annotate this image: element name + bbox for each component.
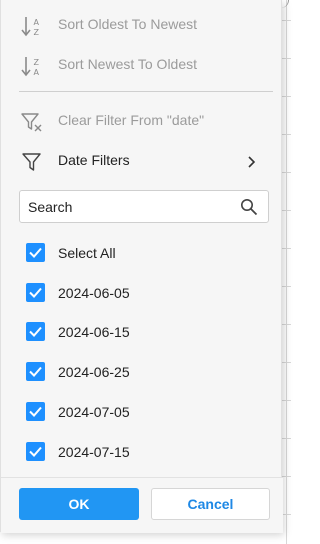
clear-filter-item[interactable]: Clear Filter From "date" — [1, 103, 283, 137]
clear-filter-label: Clear Filter From "date" — [58, 112, 205, 128]
svg-text:Z: Z — [34, 58, 40, 67]
option-label: Select All — [58, 245, 116, 261]
date-filters-item[interactable]: Date Filters — [1, 143, 283, 177]
option-date[interactable]: 2024-07-05 — [1, 395, 283, 429]
search-box — [19, 190, 269, 223]
option-date[interactable]: 2024-06-15 — [1, 315, 283, 349]
search-icon[interactable] — [240, 198, 258, 216]
sort-descending-item[interactable]: Z A Sort Newest To Oldest — [1, 47, 283, 81]
search-input[interactable] — [28, 198, 228, 216]
sort-ascending-label: Sort Oldest To Newest — [58, 16, 198, 32]
checkbox-checked[interactable] — [26, 442, 45, 461]
option-label: 2024-06-05 — [58, 285, 130, 301]
svg-text:Z: Z — [34, 28, 40, 37]
option-date[interactable]: 2024-07-15 — [1, 435, 283, 469]
checkbox-checked[interactable] — [26, 402, 45, 421]
date-filters-label: Date Filters — [58, 152, 130, 168]
option-label: 2024-06-15 — [58, 324, 130, 340]
filter-menu: A Z Sort Oldest To Newest Z A Sort Newes… — [0, 0, 283, 533]
option-date[interactable]: 2024-06-05 — [1, 276, 283, 310]
sort-descending-icon: Z A — [20, 55, 44, 79]
checkbox-checked[interactable] — [26, 362, 45, 381]
svg-text:A: A — [34, 68, 40, 77]
checkbox-checked[interactable] — [26, 322, 45, 341]
filter-icon — [20, 151, 44, 175]
sort-descending-label: Sort Newest To Oldest — [58, 56, 198, 72]
checkbox-checked[interactable] — [26, 283, 45, 302]
option-label: 2024-06-25 — [58, 364, 130, 380]
checkbox-checked[interactable] — [26, 243, 45, 262]
option-date[interactable]: 2024-06-25 — [1, 355, 283, 389]
svg-text:A: A — [34, 18, 40, 27]
cancel-button[interactable]: Cancel — [151, 488, 270, 520]
menu-footer: OK Cancel — [1, 477, 283, 533]
option-select-all[interactable]: Select All — [1, 236, 283, 270]
sort-ascending-icon: A Z — [20, 15, 44, 39]
menu-divider — [19, 91, 273, 92]
ok-button[interactable]: OK — [19, 488, 139, 520]
option-label: 2024-07-05 — [58, 404, 130, 420]
sort-ascending-item[interactable]: A Z Sort Oldest To Newest — [1, 7, 283, 41]
chevron-right-icon — [247, 155, 257, 168]
option-label: 2024-07-15 — [58, 444, 130, 460]
clear-filter-icon — [20, 111, 44, 135]
